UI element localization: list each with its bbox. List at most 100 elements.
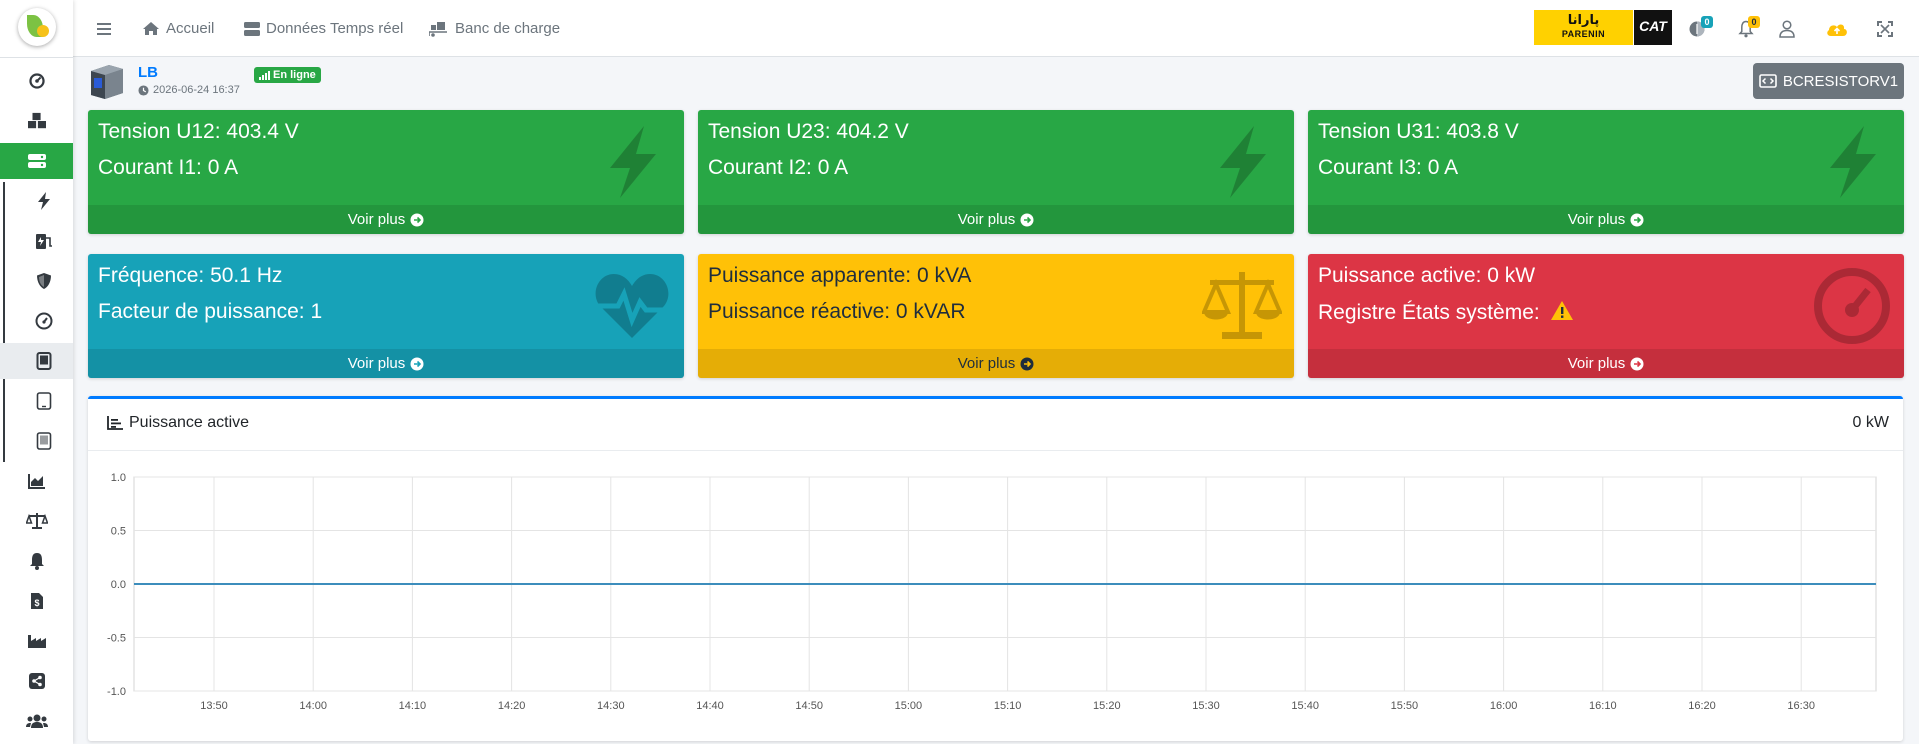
sidebar-item-gauge[interactable] xyxy=(0,303,73,339)
tablet-icon xyxy=(36,392,51,410)
sidebar-item-charging-station[interactable] xyxy=(0,223,73,259)
card-line-2: Courant I2: 0 A xyxy=(708,156,849,179)
chart-x-tick-label: 13:50 xyxy=(200,700,228,712)
brand-latin-text: PARENIN xyxy=(1561,29,1606,39)
home-icon xyxy=(143,22,159,35)
card-more-label: Voir plus xyxy=(1567,211,1626,228)
nav-link-label: Banc de charge xyxy=(455,20,561,37)
bolt-icon xyxy=(1830,126,1876,198)
arrow-circle-right-icon xyxy=(1630,357,1644,370)
chart-title-text: Puissance active xyxy=(129,414,250,431)
nav-link-accueil[interactable]: Accueil xyxy=(142,0,214,57)
top-navbar: Accueil Données Temps réel Banc de charg… xyxy=(73,0,1919,57)
cloud-sync-button[interactable] xyxy=(1825,17,1849,41)
card-more-label: Voir plus xyxy=(957,355,1016,372)
sidebar-item-balance[interactable] xyxy=(0,503,73,539)
user-profile-button[interactable] xyxy=(1775,17,1799,41)
sidebar-item-cubes[interactable] xyxy=(0,103,73,139)
chart-x-tick-label: 15:20 xyxy=(1093,700,1121,712)
sidebar-item-bolt[interactable] xyxy=(0,183,73,219)
bolt-icon xyxy=(1220,126,1266,198)
cloud-upload-icon xyxy=(1827,24,1847,36)
chart-x-tick-label: 14:40 xyxy=(696,700,724,712)
card-line-1: Tension U23: 404.2 V xyxy=(708,120,909,143)
card-line-2-text: Registre États système: xyxy=(1318,301,1540,324)
chart-current-value: 0 kW xyxy=(1852,414,1889,431)
device-model-button[interactable]: BCRESISTORV1 xyxy=(1753,63,1904,99)
card-line-1: Tension U31: 403.8 V xyxy=(1318,120,1519,143)
card-more-link[interactable]: Voir plus xyxy=(88,349,684,378)
tablet-icon xyxy=(36,432,51,450)
bolt-icon xyxy=(610,126,656,198)
sidebar-item-users[interactable] xyxy=(0,703,73,739)
card-more-link[interactable]: Voir plus xyxy=(88,205,684,234)
chart-x-tick-label: 15:30 xyxy=(1192,700,1220,712)
sidebar-item-bell[interactable] xyxy=(0,543,73,579)
chart-title: Puissance active xyxy=(107,414,249,432)
card-more-label: Voir plus xyxy=(347,355,406,372)
chart-y-tick-label: -0.5 xyxy=(107,633,126,645)
chart-panel: Puissance active 0 kW 1.0 0.5 0.0 -0.5 -1.0 … xyxy=(88,396,1903,741)
card-line-1: Tension U12: 403.4 V xyxy=(98,120,299,143)
chart-y-tick-label: -1.0 xyxy=(107,686,126,698)
device-name[interactable]: LB xyxy=(138,64,158,81)
card-more-link[interactable]: Voir plus xyxy=(698,349,1294,378)
arrow-circle-right-icon xyxy=(410,213,424,226)
menu-icon xyxy=(97,23,111,35)
sidebar-item-invoice[interactable]: $ xyxy=(0,583,73,619)
fullscreen-button[interactable] xyxy=(1873,17,1897,41)
chart-x-tick-label: 16:00 xyxy=(1490,700,1518,712)
sidebar-item-shield[interactable] xyxy=(0,263,73,299)
chart-x-tick-label: 14:50 xyxy=(795,700,823,712)
chart-x-axis: 13:50 14:00 14:10 14:20 14:30 14:40 14:50 15:00… xyxy=(200,700,1815,712)
arrow-circle-right-icon xyxy=(1020,213,1034,226)
sidebar-item-dashboard[interactable] xyxy=(0,63,73,99)
sidebar-item-chart-area[interactable] xyxy=(0,463,73,499)
card-more-link[interactable]: Voir plus xyxy=(1308,349,1904,378)
svg-text:$: $ xyxy=(34,598,39,608)
chart-header: Puissance active 0 kW xyxy=(88,399,1903,451)
card-tension-u23: Tension U23: 404.2 V Courant I2: 0 A Voi… xyxy=(698,110,1294,234)
status-badge-text: En ligne xyxy=(273,69,316,81)
warning-icon xyxy=(1550,301,1573,320)
file-invoice-icon: $ xyxy=(30,593,43,609)
nav-link-banc-de-charge[interactable]: Banc de charge xyxy=(429,0,560,57)
card-line-2: Courant I1: 0 A xyxy=(98,156,239,179)
sidebar-item-tablet-3[interactable] xyxy=(0,423,73,459)
sidebar-item-tablet-2[interactable] xyxy=(0,383,73,419)
hamburger-menu-button[interactable] xyxy=(92,17,116,41)
card-line-2: Puissance réactive: 0 kVAR xyxy=(708,300,966,323)
device-image xyxy=(91,65,123,99)
sidebar-item-tablet-1[interactable] xyxy=(0,343,73,379)
card-tension-u12: Tension U12: 403.4 V Courant I1: 0 A Voi… xyxy=(88,110,684,234)
chart-bar-icon xyxy=(107,416,123,430)
arrow-circle-right-icon xyxy=(1020,357,1034,370)
balance-scale-icon xyxy=(1202,272,1282,339)
card-more-link[interactable]: Voir plus xyxy=(698,205,1294,234)
nav-link-donnees-temps-reel[interactable]: Données Temps réel xyxy=(244,0,403,57)
chart-x-tick-label: 15:10 xyxy=(994,700,1022,712)
app-logo[interactable] xyxy=(18,8,56,46)
card-line-2: Registre États système: xyxy=(1318,300,1574,325)
users-icon xyxy=(25,714,48,728)
arrow-circle-right-icon xyxy=(1630,213,1644,226)
sidebar-item-industry[interactable] xyxy=(0,623,73,659)
sidebar-item-share[interactable] xyxy=(0,663,73,699)
chart-x-tick-label: 14:30 xyxy=(597,700,625,712)
card-more-link[interactable]: Voir plus xyxy=(1308,205,1904,234)
card-line-1: Fréquence: 50.1 Hz xyxy=(98,264,283,287)
logo-sun-shape xyxy=(37,25,49,37)
user-icon xyxy=(1779,20,1795,38)
server-icon xyxy=(27,154,46,168)
heartbeat-icon xyxy=(595,274,669,338)
industry-icon xyxy=(27,635,46,648)
dashboard-icon xyxy=(28,73,45,89)
server-icon xyxy=(244,21,260,36)
notifications-count-badge: 0 xyxy=(1748,16,1760,28)
sidebar: $ xyxy=(0,0,73,744)
brand-arabic-text: پارانا xyxy=(1567,13,1600,28)
chart-x-tick-label: 16:10 xyxy=(1589,700,1617,712)
device-timestamp: 2026-06-24 16:37 xyxy=(138,84,240,96)
code-icon xyxy=(1759,74,1777,88)
sidebar-item-server[interactable] xyxy=(0,143,73,179)
